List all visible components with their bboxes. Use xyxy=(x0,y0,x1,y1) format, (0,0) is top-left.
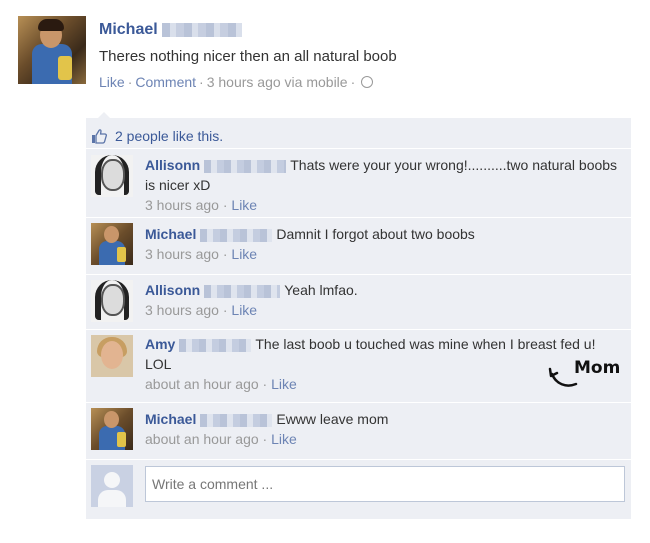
commenter-name[interactable]: Allisonn xyxy=(145,157,200,173)
comment-text: Yeah lmfao. xyxy=(284,282,358,298)
comment-timestamp[interactable]: 3 hours ago xyxy=(145,246,219,262)
comment-body: Allisonn Thats were your your wrong!.....… xyxy=(145,157,618,213)
commenter-avatar[interactable] xyxy=(91,223,133,265)
comment-like-link[interactable]: Like xyxy=(231,246,257,262)
post-actions: Like · Comment · 3 hours ago via mobile · xyxy=(99,74,629,90)
comment-link[interactable]: Comment xyxy=(135,74,196,90)
commenter-avatar[interactable] xyxy=(91,280,133,322)
comment-timestamp[interactable]: about an hour ago xyxy=(145,431,259,447)
default-user-avatar xyxy=(91,465,133,507)
comment-like-link[interactable]: Like xyxy=(231,302,257,318)
comment-composer xyxy=(86,459,631,519)
comment-timestamp[interactable]: 3 hours ago xyxy=(145,302,219,318)
likes-summary: 2 people like this. xyxy=(86,118,631,148)
mom-annotation: Mom xyxy=(548,358,628,394)
redacted-surname xyxy=(204,159,287,173)
comment-item: Michael Damnit I forgot about two boobs 3… xyxy=(86,217,631,274)
comment-body: Michael Ewww leave mom about an hour ago … xyxy=(145,411,389,447)
comment-item: Michael Ewww leave mom about an hour ago … xyxy=(86,402,631,459)
post-body: Michael Theres nothing nicer then an all… xyxy=(99,21,629,90)
annotation-label: Mom xyxy=(574,358,621,378)
globe-icon xyxy=(361,76,374,88)
comment-item: Allisonn Yeah lmfao. 3 hours ago · Like xyxy=(86,274,631,329)
comment-body: Allisonn Yeah lmfao. 3 hours ago · Like xyxy=(145,282,358,318)
redacted-surname xyxy=(200,228,273,242)
commenter-name[interactable]: Michael xyxy=(145,411,196,427)
commenter-avatar[interactable] xyxy=(91,335,133,377)
comment-like-link[interactable]: Like xyxy=(231,197,257,213)
comments-section: 2 people like this. Allisonn Thats were y… xyxy=(86,112,631,519)
comment-timestamp[interactable]: 3 hours ago xyxy=(145,197,219,213)
redacted-surname xyxy=(161,23,242,38)
commenter-name[interactable]: Allisonn xyxy=(145,282,200,298)
like-link[interactable]: Like xyxy=(99,74,125,90)
comment-like-link[interactable]: Like xyxy=(271,376,297,392)
commenter-name[interactable]: Amy xyxy=(145,336,175,352)
author-avatar[interactable] xyxy=(18,16,86,84)
comment-body: Michael Damnit I forgot about two boobs 3… xyxy=(145,226,475,262)
post-text: Theres nothing nicer then an all natural… xyxy=(99,48,397,65)
comment-timestamp[interactable]: about an hour ago xyxy=(145,376,259,392)
comment-like-link[interactable]: Like xyxy=(271,431,297,447)
thumbs-up-icon xyxy=(92,129,107,144)
comment-item: Allisonn Thats were your your wrong!.....… xyxy=(86,148,631,217)
commenter-avatar[interactable] xyxy=(91,155,133,197)
redacted-surname xyxy=(200,413,273,427)
post-author-name[interactable]: Michael xyxy=(99,21,158,38)
comment-text: Ewww leave mom xyxy=(276,411,389,427)
likes-count-text[interactable]: 2 people like this. xyxy=(115,128,223,144)
commenter-avatar[interactable] xyxy=(91,408,133,450)
redacted-surname xyxy=(179,338,252,352)
post-timestamp[interactable]: 3 hours ago via mobile xyxy=(207,74,348,90)
comment-input[interactable] xyxy=(145,466,625,502)
redacted-surname xyxy=(204,284,281,298)
commenter-name[interactable]: Michael xyxy=(145,226,196,242)
comment-text: Damnit I forgot about two boobs xyxy=(276,226,475,242)
